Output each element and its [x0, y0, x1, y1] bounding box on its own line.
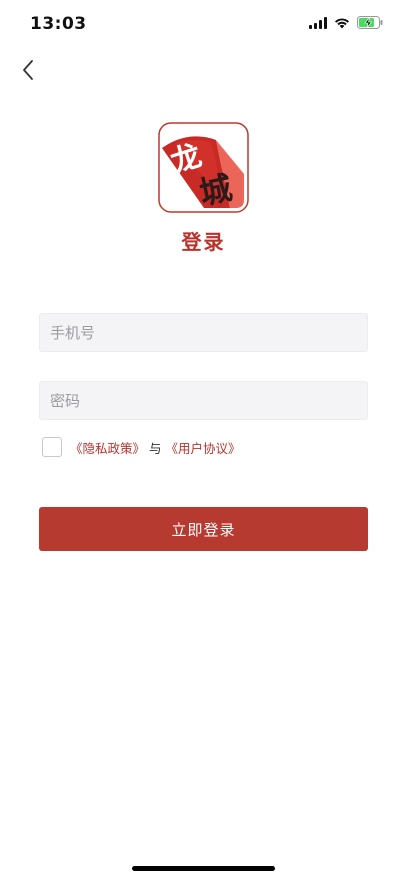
agreement-conjunction: 与: [149, 440, 162, 456]
login-button[interactable]: 立即登录: [39, 507, 368, 551]
user-agreement-link[interactable]: 《用户协议》: [166, 441, 241, 456]
password-input[interactable]: [40, 382, 367, 419]
status-time: 13:03: [30, 14, 87, 34]
phone-input[interactable]: [40, 314, 367, 351]
privacy-policy-link[interactable]: 《隐私政策》: [70, 441, 145, 456]
battery-charging-icon: [357, 16, 383, 29]
page-title: 登录: [181, 230, 226, 254]
status-bar: 13:03: [0, 0, 407, 48]
home-indicator: [132, 866, 275, 871]
phone-field[interactable]: [39, 313, 368, 352]
cellular-signal-icon: [309, 16, 327, 29]
app-logo: 龙 城: [158, 122, 249, 213]
login-screen: 13:03 龙 城 登录 手机号 《隐私政策》 与 《用户协议》 立即登录: [0, 0, 407, 883]
back-button[interactable]: [14, 58, 42, 86]
wifi-icon: [334, 17, 350, 29]
agreement-row: 《隐私政策》 与 《用户协议》: [42, 437, 241, 457]
agreement-text: 《隐私政策》 与 《用户协议》: [70, 438, 241, 457]
chevron-left-icon: [21, 59, 35, 85]
agreement-checkbox[interactable]: [42, 437, 62, 457]
status-icons: [309, 16, 383, 29]
password-field[interactable]: [39, 381, 368, 420]
